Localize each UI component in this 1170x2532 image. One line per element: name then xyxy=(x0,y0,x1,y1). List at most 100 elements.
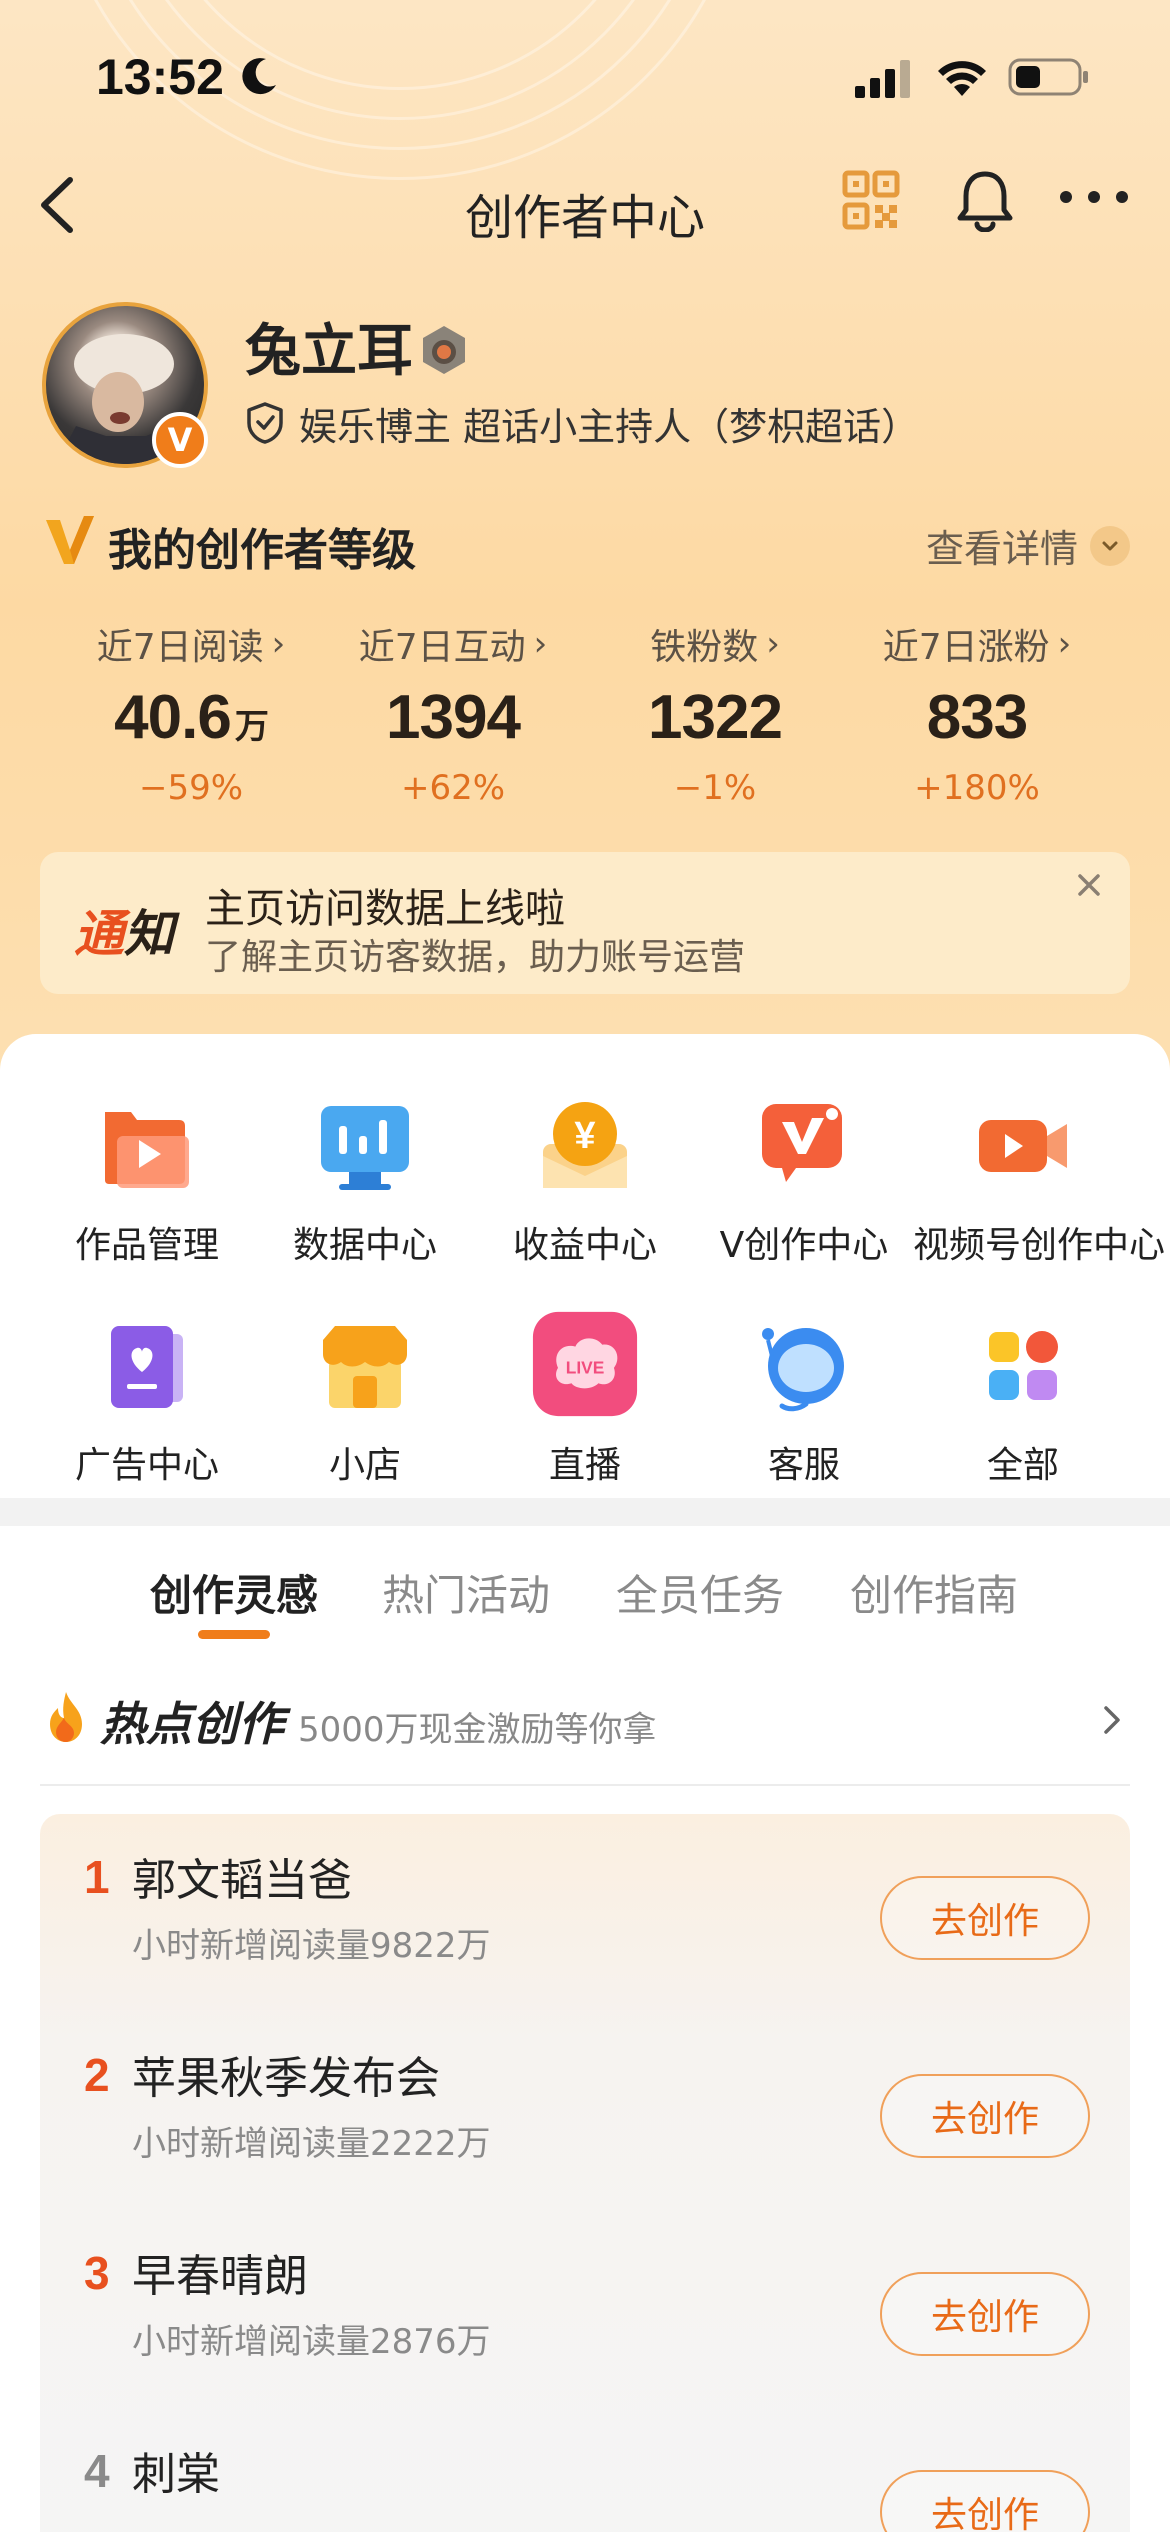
list-item[interactable]: 4 刺棠 去创作 xyxy=(40,2408,1130,2532)
rank-number: 4 xyxy=(84,2445,110,2497)
chevron-right-icon xyxy=(1104,1706,1120,1734)
hot-creation-header[interactable]: 热点创作 5000万现金激励等你拿 xyxy=(40,1686,1130,1766)
stat-change: +62% xyxy=(400,768,506,808)
stat-value: 1394 xyxy=(386,683,521,752)
hot-creation-subtitle: 5000万现金激励等你拿 xyxy=(298,1710,657,1750)
stat-change: −1% xyxy=(673,768,757,808)
tools-card: 作品管理 数据中心 ¥ 收益中心 V创作中心 视频号创作中心 广告中心 小店 L… xyxy=(0,1034,1170,1498)
tool-label: V创作中心 xyxy=(719,1225,889,1266)
notice-tag-part2: 知 xyxy=(124,905,174,963)
hot-topic-list: 1 郭文韬当爸 小时新增阅读量9822万 去创作 2 苹果秋季发布会 小时新增阅… xyxy=(40,1814,1130,2532)
data-icon xyxy=(321,1106,409,1190)
status-bar: 13:52 xyxy=(0,0,1170,150)
tool-live[interactable]: LIVE 直播 xyxy=(475,1280,695,1486)
shop-icon xyxy=(323,1326,407,1408)
topic-stat: 小时新增阅读量9822万 xyxy=(132,1926,491,1966)
chevron-right-icon: › xyxy=(1057,624,1072,664)
live-icon-text: LIVE xyxy=(566,1358,605,1378)
tool-shop[interactable]: 小店 xyxy=(255,1280,475,1486)
rank-number: 2 xyxy=(84,2049,110,2101)
chevron-right-icon: › xyxy=(766,624,780,664)
tool-all[interactable]: 全部 xyxy=(913,1280,1133,1486)
tool-label: 全部 xyxy=(986,1445,1059,1486)
divider xyxy=(40,1784,1130,1786)
creator-center-screen: 13:52 创作者中心 V 兔立耳 娱乐博主 超话小主持人（梦枳超话） 我的创作… xyxy=(0,0,1170,2532)
wifi-icon xyxy=(938,61,986,96)
bell-icon[interactable] xyxy=(956,168,1014,232)
tab-creative-inspiration[interactable]: 创作灵感 xyxy=(150,1562,318,1623)
topic-title: 苹果秋季发布会 xyxy=(132,2053,440,2104)
stat-unit: 万 xyxy=(234,708,269,746)
tool-income-center[interactable]: ¥ 收益中心 xyxy=(475,1060,695,1266)
chevron-right-icon: › xyxy=(533,624,548,664)
tool-video-create-center[interactable]: 视频号创作中心 xyxy=(913,1060,1165,1266)
service-icon xyxy=(762,1328,844,1412)
stat-change: −59% xyxy=(138,768,244,808)
section-divider xyxy=(0,1498,1170,1526)
stat-value: 40.6 xyxy=(114,683,232,752)
tool-label: 数据中心 xyxy=(292,1225,437,1266)
tool-v-create-center[interactable]: V创作中心 xyxy=(694,1060,914,1266)
signal-icon xyxy=(855,60,910,98)
tab-all-member-tasks[interactable]: 全员任务 xyxy=(616,1562,784,1623)
stats-row: 近7日阅读 › 40.6 万 −59% 近7日互动 › 1394 +62% 铁粉数 › … xyxy=(60,618,1110,818)
stat-value: 833 xyxy=(926,683,1028,752)
stat-interactions[interactable]: 近7日互动 › 1394 +62% xyxy=(322,618,584,818)
stat-reads[interactable]: 近7日阅读 › 40.6 万 −59% xyxy=(60,618,322,818)
list-item[interactable]: 3 早春晴朗 小时新增阅读量2876万 去创作 xyxy=(40,2210,1130,2406)
username: 兔立耳 xyxy=(245,319,413,384)
tool-label: 小店 xyxy=(328,1445,401,1486)
view-details-label: 查看详情 xyxy=(925,527,1078,571)
rank-number: 1 xyxy=(84,1851,110,1903)
flame-icon xyxy=(50,1692,82,1742)
list-item[interactable]: 1 郭文韬当爸 小时新增阅读量9822万 去创作 xyxy=(40,1814,1130,2010)
tool-works-management[interactable]: 作品管理 xyxy=(37,1060,257,1266)
tool-label: 广告中心 xyxy=(74,1445,219,1486)
list-item[interactable]: 2 苹果秋季发布会 小时新增阅读量2222万 去创作 xyxy=(40,2012,1130,2208)
video-icon xyxy=(979,1120,1067,1172)
topic-stat: 小时新增阅读量2222万 xyxy=(132,2124,491,2164)
notice-banner[interactable]: 通知 主页访问数据上线啦 了解主页访客数据，助力账号运营 xyxy=(40,852,1130,994)
creator-level-header: 我的创作者等级 查看详情 xyxy=(40,510,1130,576)
content-tabs: 创作灵感 热门活动 全员任务 创作指南 xyxy=(0,1526,1170,1656)
chevron-down-icon xyxy=(1090,525,1130,566)
tab-popular-events[interactable]: 热门活动 xyxy=(382,1562,550,1623)
tool-label: 收益中心 xyxy=(512,1225,657,1266)
notice-tag-part1: 通 xyxy=(74,905,124,963)
works-icon xyxy=(105,1112,189,1188)
chevron-right-icon: › xyxy=(271,624,286,664)
more-icon[interactable] xyxy=(1058,186,1130,208)
go-create-button[interactable]: 去创作 xyxy=(880,2272,1090,2356)
all-icon xyxy=(989,1331,1058,1400)
view-details-link[interactable]: 查看详情 xyxy=(926,518,1130,573)
verification-text: 娱乐博主 超话小主持人（梦枳超话） xyxy=(299,404,920,449)
v-create-icon xyxy=(762,1104,842,1182)
hot-creation-title: 热点创作 xyxy=(100,1697,284,1751)
ad-icon xyxy=(111,1326,183,1408)
tool-label: 客服 xyxy=(767,1445,840,1486)
tool-label: 直播 xyxy=(548,1445,621,1486)
stat-new-fans[interactable]: 近7日涨粉 › 833 +180% xyxy=(846,618,1108,818)
go-create-button[interactable]: 去创作 xyxy=(880,2470,1090,2532)
shield-icon xyxy=(247,402,283,444)
qr-code-icon[interactable] xyxy=(842,170,900,232)
tool-ad-center[interactable]: 广告中心 xyxy=(37,1280,257,1486)
level-badge-icon xyxy=(423,326,465,374)
income-icon: ¥ xyxy=(543,1102,627,1188)
close-icon[interactable] xyxy=(1058,854,1120,916)
tool-customer-service[interactable]: 客服 xyxy=(694,1280,914,1486)
topic-stat: 小时新增阅读量2876万 xyxy=(132,2322,491,2362)
rank-number: 3 xyxy=(84,2247,110,2299)
tab-creation-guide[interactable]: 创作指南 xyxy=(850,1562,1018,1623)
tool-label: 视频号创作中心 xyxy=(913,1225,1166,1266)
go-create-button[interactable]: 去创作 xyxy=(880,2074,1090,2158)
stat-iron-fans[interactable]: 铁粉数 › 1322 −1% xyxy=(584,618,846,818)
tool-data-center[interactable]: 数据中心 xyxy=(255,1060,475,1266)
verification-row[interactable]: 娱乐博主 超话小主持人（梦枳超话） xyxy=(245,398,920,449)
topic-title: 郭文韬当爸 xyxy=(132,1855,352,1906)
go-create-button[interactable]: 去创作 xyxy=(880,1876,1090,1960)
stat-label: 近7日阅读 xyxy=(96,627,264,668)
level-title: 我的创作者等级 xyxy=(108,525,416,576)
nav-bar: 创作者中心 xyxy=(0,160,1170,250)
stat-label: 铁粉数 xyxy=(650,627,759,668)
